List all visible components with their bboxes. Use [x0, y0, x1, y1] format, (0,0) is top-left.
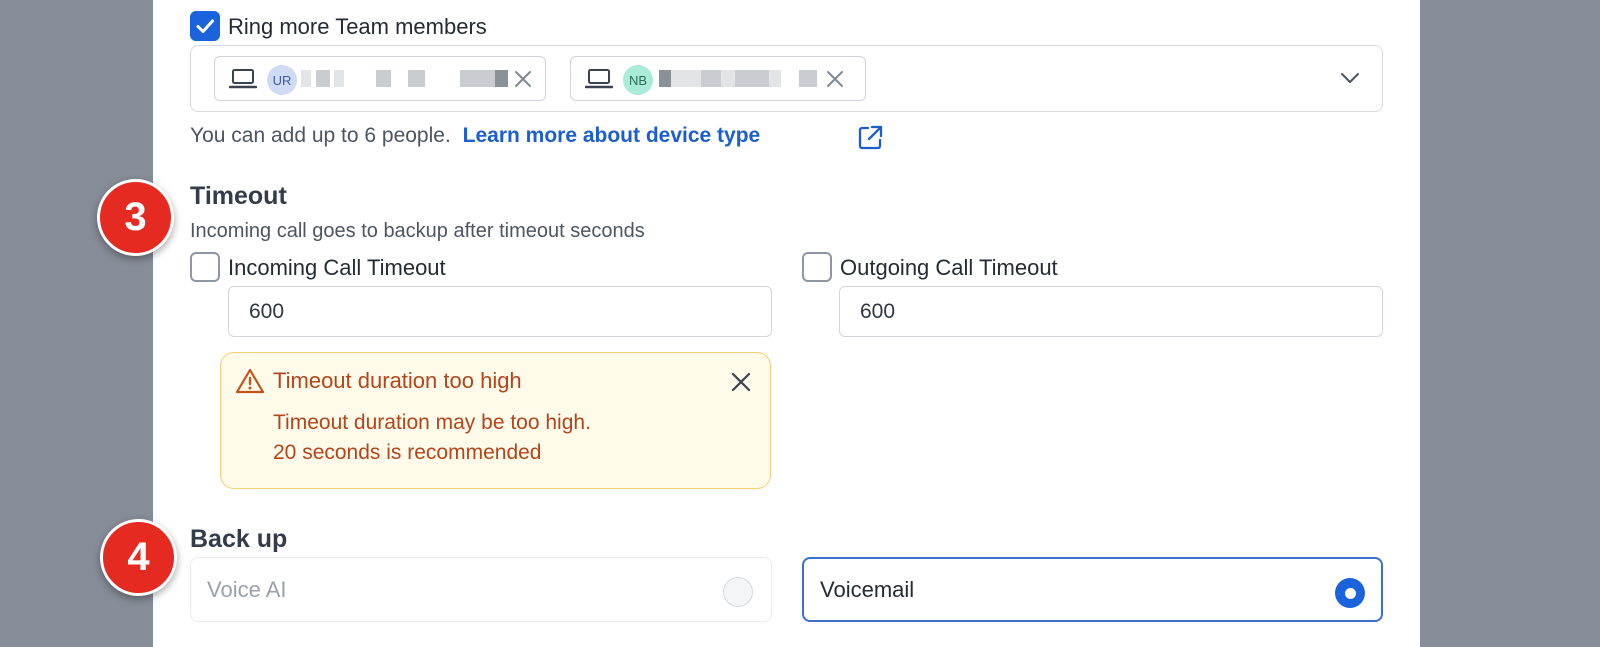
warning-line-1: Timeout duration may be too high.: [273, 411, 591, 434]
timeout-subtitle: Incoming call goes to backup after timeo…: [190, 220, 645, 242]
redacted-name: [659, 70, 671, 87]
avatar: UR: [267, 65, 297, 95]
backup-option-label: Voicemail: [820, 576, 915, 602]
redacted-name: [799, 70, 817, 87]
backup-option-label: Voice AI: [207, 576, 287, 602]
radio-selected[interactable]: [1335, 578, 1365, 608]
warning-title: Timeout duration too high: [273, 368, 522, 393]
redacted-name: [460, 70, 495, 87]
outgoing-timeout-checkbox[interactable]: [802, 252, 832, 282]
redacted-name: [376, 70, 391, 87]
backup-option-voice-ai[interactable]: Voice AI: [190, 557, 772, 622]
external-link-icon[interactable]: [857, 124, 884, 151]
incoming-timeout-checkbox[interactable]: [190, 252, 220, 282]
radio-unselected[interactable]: [723, 577, 753, 607]
remove-member-icon[interactable]: [513, 69, 533, 89]
member-limit-helper: You can add up to 6 people. Learn more a…: [190, 124, 760, 148]
device-type-link[interactable]: Learn more about device type: [463, 124, 761, 147]
redacted-name: [301, 70, 311, 87]
redacted-name: [334, 70, 344, 87]
timeout-warning-alert: Timeout duration too high Timeout durati…: [220, 352, 771, 489]
member-chip: UR: [214, 56, 546, 101]
avatar: NB: [623, 65, 653, 95]
redacted-name: [721, 70, 735, 87]
redacted-name: [735, 70, 769, 87]
close-icon[interactable]: [730, 371, 752, 393]
ring-more-checkbox[interactable]: [190, 11, 220, 41]
checkmark-icon: [196, 19, 214, 33]
warning-triangle-icon: [235, 368, 265, 394]
step-badge-4: 4: [100, 519, 177, 596]
redacted-name: [316, 70, 330, 87]
chevron-down-icon[interactable]: [1339, 70, 1361, 86]
remove-member-icon[interactable]: [825, 69, 845, 89]
backup-title: Back up: [190, 525, 288, 553]
incoming-timeout-input[interactable]: 600: [228, 286, 772, 337]
outgoing-timeout-input[interactable]: 600: [839, 286, 1383, 337]
redacted-name: [701, 70, 721, 87]
redacted-name: [671, 70, 701, 87]
redacted-name: [769, 70, 781, 87]
incoming-timeout-label: Incoming Call Timeout: [228, 255, 446, 280]
redacted-name: [408, 70, 425, 87]
warning-line-2: 20 seconds is recommended: [273, 441, 542, 464]
backup-option-voicemail[interactable]: Voicemail: [802, 557, 1383, 622]
step-badge-3: 3: [97, 179, 174, 256]
outgoing-timeout-label: Outgoing Call Timeout: [840, 255, 1058, 280]
member-limit-text: You can add up to 6 people.: [190, 124, 451, 147]
member-chip: NB: [570, 56, 866, 101]
team-members-select[interactable]: UR NB: [190, 45, 1383, 112]
laptop-icon: [585, 69, 613, 89]
redacted-name: [495, 70, 508, 87]
timeout-title: Timeout: [190, 182, 287, 210]
laptop-icon: [229, 69, 257, 89]
ring-more-label: Ring more Team members: [228, 14, 487, 39]
